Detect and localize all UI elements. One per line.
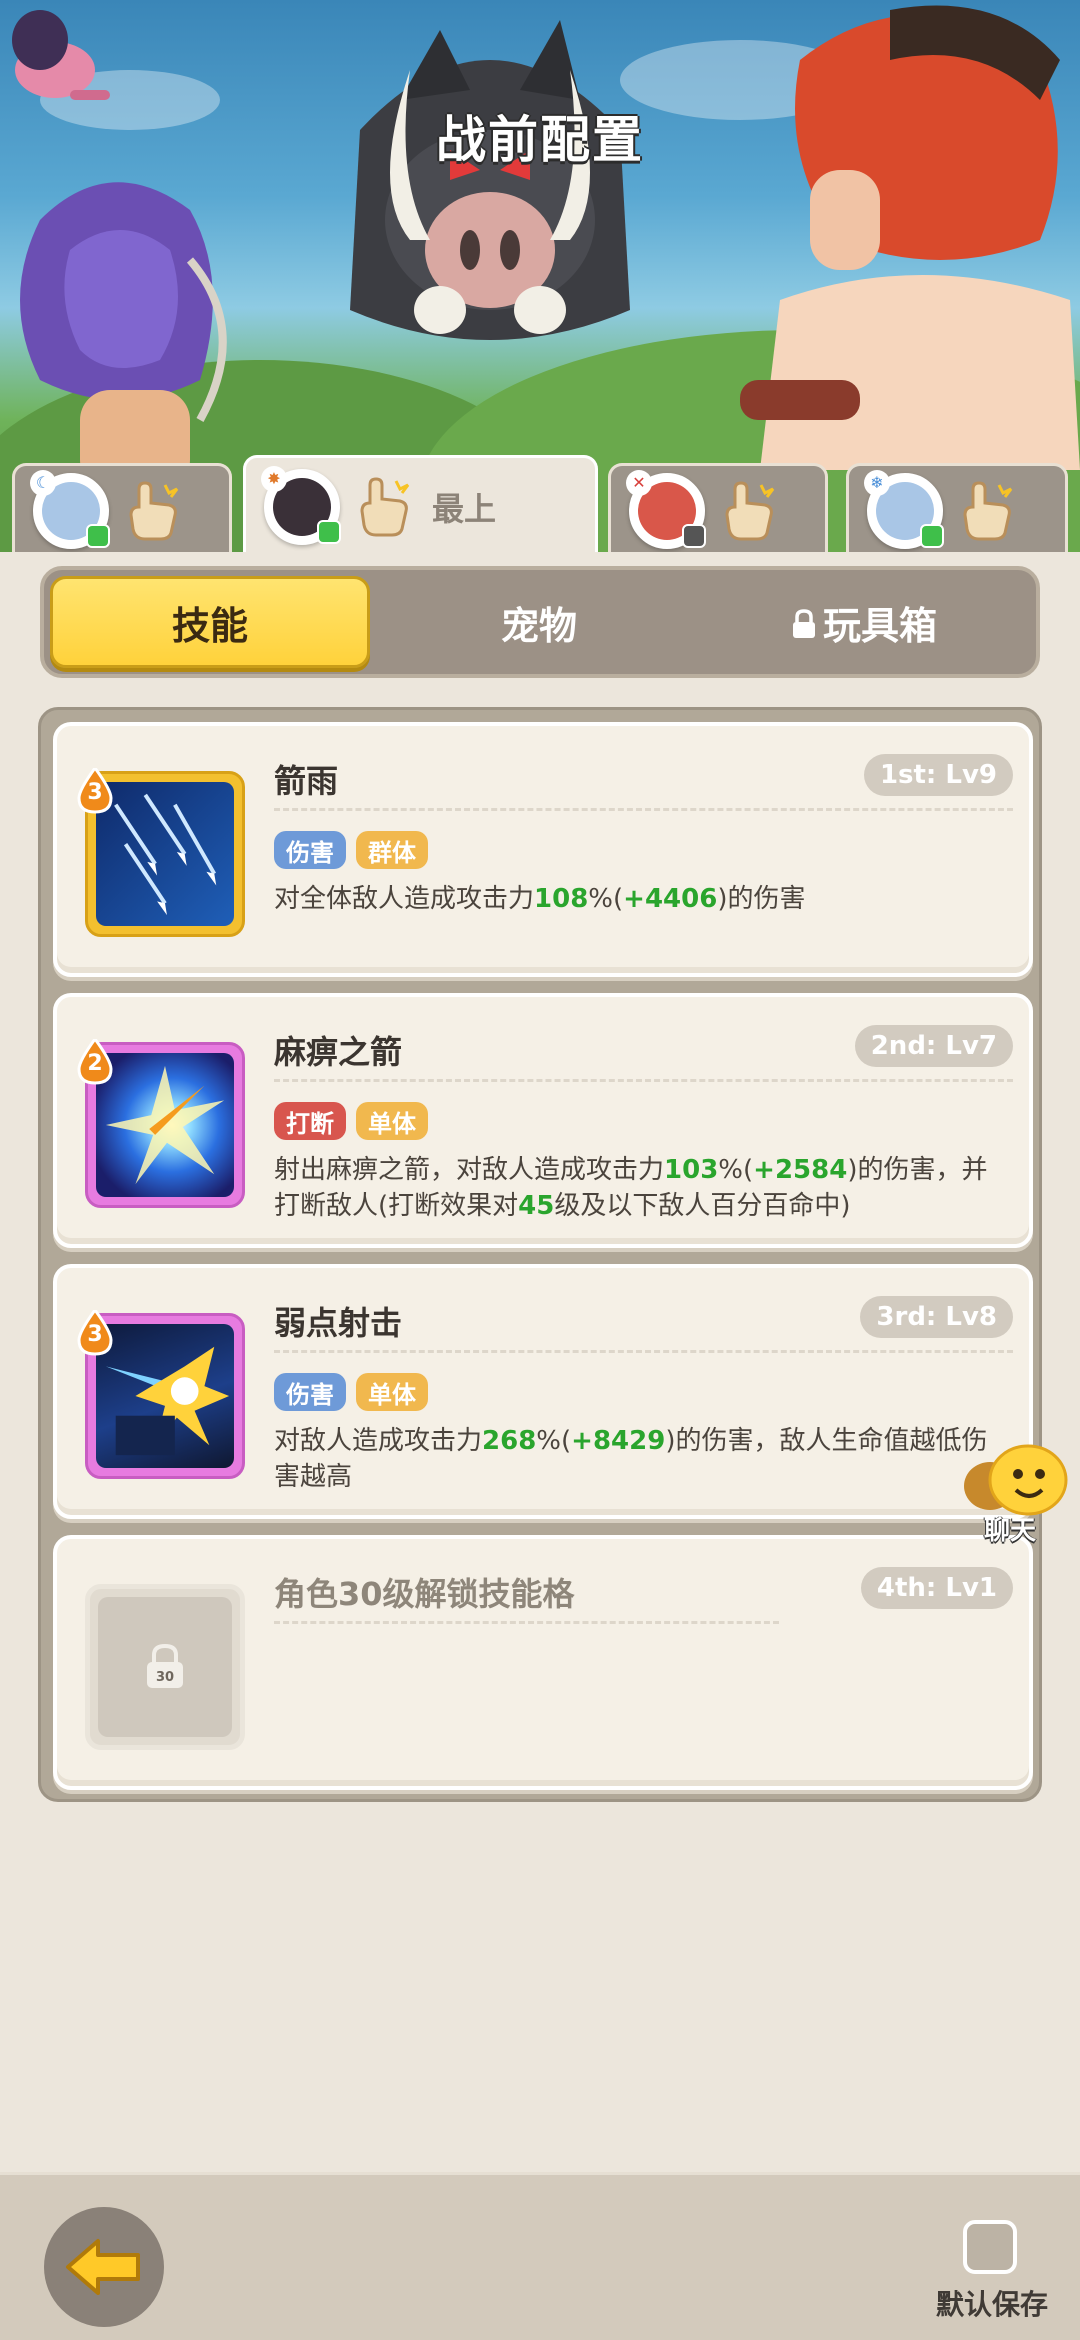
lock-icon	[792, 609, 815, 638]
skill-tag: 群体	[356, 831, 428, 869]
skill-tag: 伤害	[274, 1373, 346, 1411]
desc-text: 射出麻痹之箭，对敌人造成攻击力	[274, 1155, 665, 1185]
desc-number: 108	[534, 884, 589, 914]
desc-text: 级及以下敌人百分百命中)	[554, 1191, 851, 1221]
hero-avatar: ✕	[626, 469, 706, 549]
skill-name: 弱点射击	[274, 1304, 403, 1342]
skill-level-badge	[77, 768, 113, 814]
divider	[274, 1350, 1013, 1353]
divider	[274, 808, 1013, 811]
back-button[interactable]	[44, 2207, 164, 2327]
red-hair-warrior-illustration	[740, 5, 1080, 470]
skill-card[interactable]: 2 麻痹之箭 2nd: Lv7 打断 单体 射出麻痹之箭，对敌人造成攻击力103…	[53, 993, 1033, 1248]
desc-text: )的伤害，并	[847, 1155, 988, 1185]
desc-number: +4406	[623, 884, 718, 914]
hand-pointer-icon	[725, 480, 775, 540]
skill-tag: 单体	[356, 1373, 428, 1411]
boar-boss-illustration	[350, 20, 630, 340]
ready-status-icon	[317, 519, 341, 544]
hero-avatar: ✸	[261, 465, 341, 545]
hand-pointer-icon	[129, 480, 179, 540]
hero-tab-label: 最上	[432, 489, 497, 528]
skill-level-badge	[77, 1310, 113, 1356]
desc-text: %(	[718, 1155, 754, 1185]
skill-card[interactable]: 3 箭雨 1st: Lv9 伤害 群体 对全体敌人造成攻击力108%(+4406…	[53, 722, 1033, 977]
skill-level-badge	[77, 1039, 113, 1085]
skill-slot-badge: 3rd: Lv8	[860, 1296, 1013, 1338]
skill-description: 射出麻痹之箭，对敌人造成攻击力103%(+2584)的伤害，并打断敌人(打断效果…	[274, 1152, 1005, 1224]
desc-text: )的伤害，敌人生命值越低伤	[665, 1426, 988, 1456]
element-cross-icon: ✕	[626, 469, 652, 496]
desc-text: %(	[536, 1426, 572, 1456]
padlock-icon: 30	[147, 1643, 183, 1688]
skill-card[interactable]: 3 弱点射击 3rd: Lv8 伤害 单体 对敌人造成攻击力268%(+8429…	[53, 1264, 1033, 1519]
element-ice-icon: ❄	[864, 469, 890, 496]
skill-list: 3 箭雨 1st: Lv9 伤害 群体 对全体敌人造成攻击力108%(+4406…	[38, 707, 1042, 1802]
hero-avatar: ☾	[30, 469, 110, 549]
desc-number: +2584	[753, 1155, 848, 1185]
hero-tab-4[interactable]: ❄	[846, 463, 1068, 555]
segment-control: 技能 宠物 玩具箱	[40, 566, 1040, 678]
hero-tab-1[interactable]: ☾	[12, 463, 232, 555]
config-panel: 技能 宠物 玩具箱 3 箭雨 1st: Lv9 伤害 群体 对全体敌人造成攻击力…	[0, 552, 1080, 2172]
hand-pointer-icon	[963, 480, 1013, 540]
skill-description: 对全体敌人造成攻击力108%(+4406)的伤害	[274, 881, 1005, 917]
desc-text: 对敌人造成攻击力	[274, 1426, 483, 1456]
padlock-level: 30	[156, 1670, 174, 1685]
weakpoint-shot-icon	[105, 1346, 230, 1456]
ready-status-icon	[920, 523, 944, 548]
ready-status-icon	[86, 523, 110, 548]
locked-skill-card[interactable]: 30 角色30级解锁技能格 4th: Lv1	[53, 1535, 1033, 1790]
skill-name: 角色30级解锁技能格	[274, 1575, 575, 1613]
locked-skill-slot: 30	[85, 1584, 245, 1750]
idle-status-icon	[682, 523, 706, 548]
hero-tab-bar: ☾ ✸ 最上 ✕ ❄	[0, 455, 1080, 555]
hero-tab-3[interactable]: ✕	[608, 463, 828, 555]
back-arrow-icon	[66, 2239, 140, 2295]
paralysis-burst-icon	[105, 1065, 225, 1185]
desc-number: 103	[664, 1155, 719, 1185]
hero-tab-2[interactable]: ✸ 最上	[243, 455, 598, 555]
element-fire-icon: ✸	[261, 465, 287, 492]
divider	[274, 1079, 1013, 1082]
chat-button[interactable]: 聊天	[960, 1440, 1080, 1550]
arrow-rain-icon	[114, 793, 217, 916]
tab-pets[interactable]: 宠物	[379, 576, 699, 668]
element-water-icon: ☾	[30, 469, 56, 496]
hero-avatar: ❄	[864, 469, 944, 549]
skill-name: 箭雨	[274, 762, 339, 800]
desc-text: %(	[588, 884, 624, 914]
skill-slot-badge: 1st: Lv9	[863, 754, 1013, 796]
desc-text: )的伤害	[717, 884, 806, 914]
tab-toybox-label: 玩具箱	[822, 603, 937, 648]
tab-skills[interactable]: 技能	[50, 576, 370, 668]
skill-name: 麻痹之箭	[274, 1033, 403, 1071]
skill-tag: 打断	[274, 1102, 346, 1140]
tab-toybox[interactable]: 玩具箱	[704, 576, 1024, 668]
desc-text: 害越高	[274, 1462, 353, 1492]
desc-number: 268	[482, 1426, 537, 1456]
chat-label: 聊天	[984, 1516, 1037, 1546]
skill-description: 对敌人造成攻击力268%(+8429)的伤害，敌人生命值越低伤害越高	[274, 1423, 1005, 1495]
page-title: 战前配置	[436, 111, 644, 169]
desc-text: 对全体敌人造成攻击力	[274, 884, 535, 914]
skill-tag: 单体	[356, 1102, 428, 1140]
bottom-bar: 默认保存	[0, 2172, 1080, 2340]
divider	[274, 1621, 779, 1624]
skill-slot-badge: 2nd: Lv7	[854, 1025, 1013, 1067]
skill-tag: 伤害	[274, 831, 346, 869]
purple-hair-archer-illustration	[20, 182, 227, 490]
default-save-label: 默认保存	[936, 2288, 1049, 2321]
desc-number: +8429	[571, 1426, 666, 1456]
desc-text: 打断敌人(打断效果对	[274, 1191, 519, 1221]
default-save-checkbox[interactable]	[963, 2220, 1017, 2274]
skill-slot-badge: 4th: Lv1	[860, 1567, 1013, 1609]
hand-pointer-icon	[360, 476, 410, 536]
desc-number: 45	[518, 1191, 555, 1221]
